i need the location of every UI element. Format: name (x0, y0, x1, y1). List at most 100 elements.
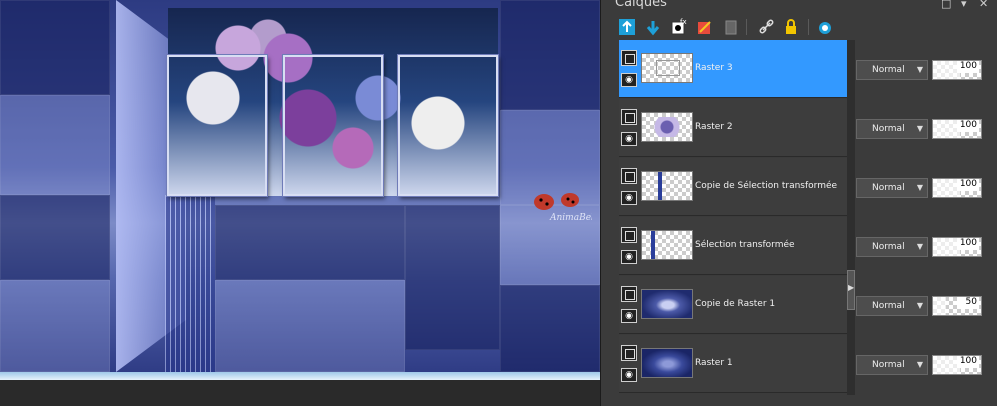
layer-type-icon (621, 168, 637, 184)
show-hide-icon[interactable] (815, 17, 835, 37)
eye-icon[interactable]: ◉ (621, 191, 637, 205)
watermark-text: AnimaBelle (549, 213, 592, 223)
layer-row-raster-3[interactable]: ◉ Raster 3 (619, 40, 847, 98)
vertical-stripes (165, 195, 215, 372)
new-adjustment-layer-icon[interactable] (695, 17, 715, 37)
opacity-fill (933, 120, 960, 138)
opacity-slider[interactable]: 100 (932, 178, 982, 198)
opacity-slider[interactable]: 100 (932, 237, 982, 257)
bg-tile (405, 205, 500, 350)
chevron-right-icon[interactable]: ▶ (848, 283, 854, 292)
layer-name: Copie de Raster 1 (695, 299, 776, 309)
layer-type-icon (621, 50, 637, 66)
restore-icon[interactable]: □ (941, 0, 951, 10)
opacity-fill (933, 179, 960, 197)
bg-tile (0, 280, 110, 372)
bg-tile (500, 0, 600, 110)
layer-row-raster-1[interactable]: ◉ Raster 1 (619, 335, 847, 393)
opacity-value[interactable]: 100 (957, 61, 979, 73)
opacity-slider[interactable]: 100 (932, 355, 982, 375)
canvas-area[interactable]: AnimaBelle (0, 0, 600, 406)
chevron-down-icon: ▼ (916, 183, 923, 192)
chevron-down-icon: ▼ (916, 301, 923, 310)
layers-toolbar: fx (601, 14, 997, 40)
eye-icon[interactable]: ◉ (621, 309, 637, 323)
chevron-down-icon: ▼ (916, 242, 923, 251)
canvas-scroll-area (0, 380, 600, 406)
opacity-value[interactable]: 100 (957, 238, 979, 250)
opacity-value[interactable]: 100 (957, 179, 979, 191)
blend-mode-select[interactable]: Normal ▼ (856, 355, 928, 375)
layer-name: Raster 2 (695, 122, 733, 132)
opacity-fill (933, 297, 947, 315)
lock-layer-icon[interactable] (781, 17, 801, 37)
toolbar-separator (808, 19, 809, 35)
layer-thumbnail (641, 230, 693, 260)
blend-mode-value: Normal (872, 360, 905, 370)
layer-thumbnail (641, 289, 693, 319)
blend-mode-value: Normal (872, 301, 905, 311)
frame-left (167, 55, 267, 196)
layer-row-selection-transformee[interactable]: ◉ Sélection transformée (619, 217, 847, 275)
canvas-bottom-border (0, 372, 600, 380)
blend-mode-select[interactable]: Normal ▼ (856, 296, 928, 316)
layer-properties-icon[interactable] (721, 17, 741, 37)
chevron-down-icon: ▼ (916, 360, 923, 369)
svg-text:fx: fx (680, 18, 687, 26)
layer-type-icon (621, 227, 637, 243)
toolbar-separator (746, 19, 747, 35)
opacity-slider[interactable]: 50 (932, 296, 982, 316)
layer-name: Sélection transformée (695, 240, 795, 250)
opacity-value[interactable]: 50 (957, 297, 979, 309)
layer-row-copie-selection-transformee[interactable]: ◉ Copie de Sélection transformée (619, 158, 847, 216)
opacity-value[interactable]: 100 (957, 356, 979, 368)
layer-thumbnail (641, 112, 693, 142)
close-icon[interactable]: ✕ (979, 0, 988, 10)
opacity-slider[interactable]: 100 (932, 119, 982, 139)
layer-type-icon (621, 109, 637, 125)
opacity-fill (933, 238, 960, 256)
layers-list: ◉ Raster 3 ◉ Raster 2 ◉ Copie de Sélecti… (619, 40, 847, 395)
new-layer-group-icon[interactable] (643, 17, 663, 37)
blend-mode-select[interactable]: Normal ▼ (856, 60, 928, 80)
layer-row-copie-raster-1[interactable]: ◉ Copie de Raster 1 (619, 276, 847, 334)
link-layers-icon[interactable] (757, 17, 777, 37)
panel-splitter[interactable] (847, 40, 855, 395)
opacity-fill (933, 356, 960, 374)
eye-icon[interactable]: ◉ (621, 250, 637, 264)
ladybug-icon: AnimaBelle (534, 193, 600, 223)
canvas-image[interactable]: AnimaBelle (0, 0, 600, 372)
bg-tile (0, 195, 110, 280)
chevron-down-icon: ▼ (916, 124, 923, 133)
new-raster-layer-icon[interactable] (617, 17, 637, 37)
chevron-down-icon: ▼ (916, 65, 923, 74)
blend-mode-value: Normal (872, 183, 905, 193)
frame-center (283, 55, 383, 196)
panel-menu-icon[interactable]: ▾ (961, 0, 967, 10)
blend-mode-select[interactable]: Normal ▼ (856, 178, 928, 198)
layer-name: Copie de Sélection transformée (695, 181, 838, 191)
blend-mode-select[interactable]: Normal ▼ (856, 237, 928, 257)
eye-icon[interactable]: ◉ (621, 73, 637, 87)
opacity-value[interactable]: 100 (957, 120, 979, 132)
eye-icon[interactable]: ◉ (621, 132, 637, 146)
blend-mode-value: Normal (872, 124, 905, 134)
bg-tile (0, 0, 110, 95)
bg-tile (0, 95, 110, 195)
layer-thumbnail (641, 171, 693, 201)
layer-name: Raster 1 (695, 358, 733, 368)
frame-right (398, 55, 498, 196)
opacity-fill (933, 61, 960, 79)
blend-mode-value: Normal (872, 242, 905, 252)
bg-tile (500, 285, 600, 372)
new-mask-layer-icon[interactable]: fx (669, 17, 689, 37)
panel-header: Calques □ ▾ ✕ (601, 0, 997, 12)
bg-tile (215, 280, 405, 372)
eye-icon[interactable]: ◉ (621, 368, 637, 382)
layer-row-raster-2[interactable]: ◉ Raster 2 (619, 99, 847, 157)
blend-mode-select[interactable]: Normal ▼ (856, 119, 928, 139)
blend-mode-value: Normal (872, 65, 905, 75)
opacity-slider[interactable]: 100 (932, 60, 982, 80)
panel-title: Calques (615, 0, 667, 10)
layer-name: Raster 3 (695, 63, 733, 73)
